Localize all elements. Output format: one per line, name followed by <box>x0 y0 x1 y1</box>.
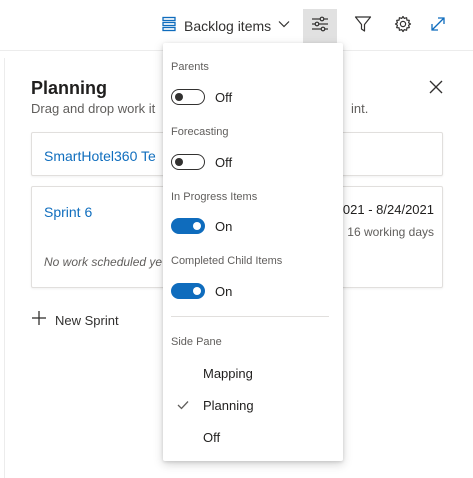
plus-icon <box>31 310 47 331</box>
pane-title: Planning <box>31 78 107 98</box>
side-pane-option-off[interactable]: Off <box>163 423 343 451</box>
parents-label: Parents <box>171 61 209 73</box>
new-sprint-label: New Sprint <box>55 313 119 328</box>
settings-button[interactable] <box>386 9 420 43</box>
pane-subtitle-start: Drag and drop work it <box>31 101 156 116</box>
option-label: Off <box>203 429 221 445</box>
toggle-switch[interactable] <box>171 154 205 170</box>
fullscreen-button[interactable] <box>421 9 455 43</box>
checkmark-icon <box>163 400 203 410</box>
expand-icon <box>429 15 447 38</box>
backlog-icon <box>160 16 178 37</box>
toggle-state: Off <box>215 154 233 170</box>
close-icon <box>427 80 445 100</box>
side-pane-option-mapping[interactable]: Mapping <box>163 359 343 387</box>
toggle-state: On <box>215 283 233 299</box>
gear-icon <box>394 15 412 38</box>
sprint-empty-text: No work scheduled ye <box>44 255 163 269</box>
option-label: Planning <box>203 397 254 413</box>
parents-toggle[interactable]: Off <box>171 89 232 105</box>
side-pane-option-planning[interactable]: Planning <box>163 391 343 419</box>
team-name[interactable]: SmartHotel360 Te <box>44 148 156 164</box>
backlog-level-label: Backlog items <box>184 18 272 34</box>
in-progress-items-toggle[interactable]: On <box>171 218 232 234</box>
toggle-switch[interactable] <box>171 218 205 234</box>
filter-icon <box>354 15 372 38</box>
new-sprint-button[interactable]: New Sprint <box>31 310 119 331</box>
forecasting-toggle[interactable]: Off <box>171 154 232 170</box>
completed-child-items-toggle[interactable]: On <box>171 283 232 299</box>
view-options-button[interactable] <box>303 9 337 43</box>
close-pane-button[interactable] <box>427 78 445 96</box>
pane-subtitle-end: int. <box>351 101 369 116</box>
option-label: Mapping <box>203 365 253 381</box>
backlog-level-picker[interactable]: Backlog items <box>160 14 291 38</box>
toggle-switch[interactable] <box>171 283 205 299</box>
menu-divider <box>171 316 329 317</box>
completed-child-items-label: Completed Child Items <box>171 255 283 267</box>
side-pane-label: Side Pane <box>171 336 222 348</box>
sprint-name[interactable]: Sprint 6 <box>44 204 92 220</box>
sprint-dates: 021 - 8/24/2021 <box>342 202 434 217</box>
filter-button[interactable] <box>346 9 380 43</box>
in-progress-items-label: In Progress Items <box>171 191 258 203</box>
view-options-menu: Parents Off Forecasting Off In Progress … <box>163 43 343 461</box>
toggle-state: Off <box>215 89 233 105</box>
chevron-down-icon <box>277 17 291 36</box>
forecasting-label: Forecasting <box>171 126 229 138</box>
toggle-state: On <box>215 218 233 234</box>
sprint-working-days: 16 working days <box>347 225 434 239</box>
settings-sliders-icon <box>311 15 329 38</box>
toggle-switch[interactable] <box>171 89 205 105</box>
pane-subtitle: Drag and drop work it int. <box>31 101 368 116</box>
